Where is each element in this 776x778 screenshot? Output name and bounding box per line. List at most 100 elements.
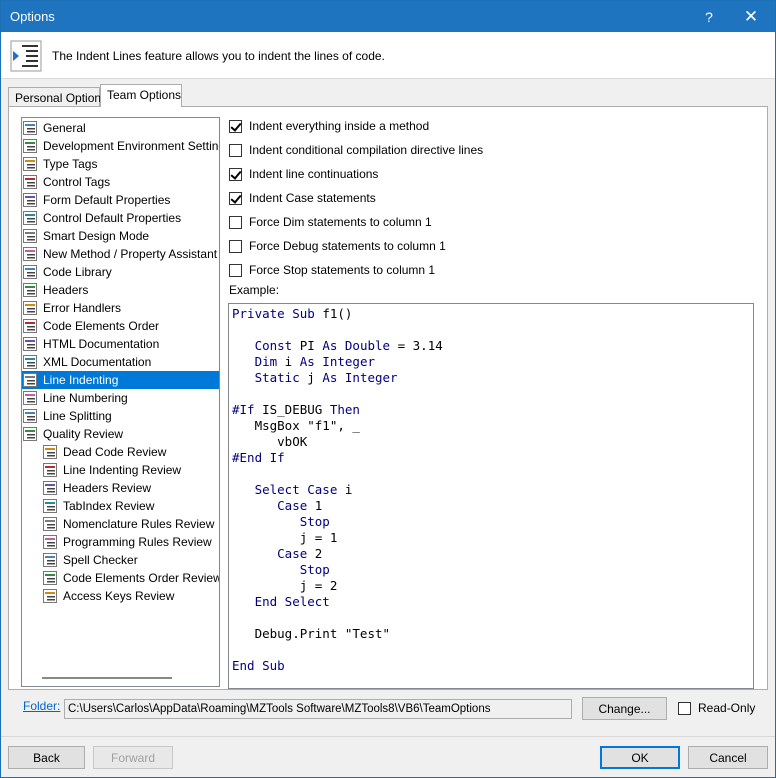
- option-checkbox[interactable]: [229, 143, 242, 157]
- tree-item[interactable]: Code Library: [22, 263, 112, 281]
- code-keyword: Case: [277, 498, 308, 513]
- tree-item[interactable]: Line Indenting: [22, 371, 219, 389]
- control-tags-icon: [23, 175, 37, 189]
- code-keyword: As Integer: [322, 370, 398, 385]
- tree-item[interactable]: Dead Code Review: [42, 443, 166, 461]
- readonly-checkbox-row[interactable]: Read-Only: [678, 701, 755, 715]
- readonly-checkbox[interactable]: [678, 701, 691, 715]
- tree-item[interactable]: Smart Design Mode: [22, 227, 149, 245]
- tab-team-options[interactable]: Team Options: [100, 84, 182, 107]
- tab-personal-options[interactable]: Personal Options: [8, 87, 107, 107]
- scrollbar-thumb[interactable]: [42, 677, 172, 679]
- code-line: j = 2: [232, 578, 338, 594]
- line-indenting-review-icon: [43, 463, 57, 477]
- back-button[interactable]: Back: [8, 746, 85, 769]
- option-row[interactable]: Indent everything inside a method: [229, 118, 429, 134]
- tree-item[interactable]: HTML Documentation: [22, 335, 159, 353]
- close-button[interactable]: ✕: [731, 1, 771, 32]
- tree-item[interactable]: Line Splitting: [22, 407, 112, 425]
- tree-item[interactable]: TabIndex Review: [42, 497, 154, 515]
- tree-item[interactable]: Quality Review: [22, 425, 123, 443]
- folder-link[interactable]: Folder:: [23, 699, 60, 713]
- access-keys-icon: [43, 589, 57, 603]
- code-keyword: As Integer: [299, 354, 375, 369]
- headers-review-icon: [43, 481, 57, 495]
- tree-item-label: Programming Rules Review: [63, 535, 212, 549]
- bottom-separator: [1, 736, 775, 737]
- option-row[interactable]: Indent line continuations: [229, 166, 378, 182]
- option-row[interactable]: Indent Case statements: [229, 190, 376, 206]
- tree-item[interactable]: Control Tags: [22, 173, 110, 191]
- options-dialog: Options ? ✕ The Indent Lines feature all…: [0, 0, 776, 778]
- change-folder-button[interactable]: Change...: [582, 697, 667, 720]
- dev-env-icon: [23, 139, 37, 153]
- tree-item[interactable]: Headers: [22, 281, 88, 299]
- tree-item[interactable]: New Method / Property Assistant: [22, 245, 217, 263]
- option-checkbox[interactable]: [229, 239, 242, 253]
- help-button[interactable]: ?: [689, 1, 729, 32]
- control-default-icon: [23, 211, 37, 225]
- tree-item-label: Dead Code Review: [63, 445, 167, 459]
- line-numbering-icon: [23, 391, 37, 405]
- option-checkbox[interactable]: [229, 191, 242, 205]
- option-checkbox[interactable]: [229, 263, 242, 277]
- tree-item[interactable]: Code Elements Order: [22, 317, 159, 335]
- option-row[interactable]: Force Stop statements to column 1: [229, 262, 435, 278]
- tree-item[interactable]: General: [22, 119, 86, 137]
- tree-item[interactable]: Development Environment Settings R: [22, 137, 219, 155]
- tree-item-label: Line Indenting: [43, 373, 119, 387]
- tree-item[interactable]: Error Handlers: [22, 299, 121, 317]
- code-text: PI: [292, 338, 323, 353]
- code-line: vbOK: [232, 434, 307, 450]
- tree-item[interactable]: Line Indenting Review: [42, 461, 181, 479]
- tree-item[interactable]: Nomenclature Rules Review: [42, 515, 214, 533]
- tree-item[interactable]: Access Keys Review: [42, 587, 174, 605]
- tree-item-label: Line Splitting: [43, 409, 112, 423]
- option-label: Indent everything inside a method: [249, 119, 430, 133]
- tree-item[interactable]: Form Default Properties: [22, 191, 170, 209]
- tree-item-label: Smart Design Mode: [43, 229, 150, 243]
- tree-item[interactable]: Type Tags: [22, 155, 97, 173]
- tree-item[interactable]: Line Numbering: [22, 389, 128, 407]
- tree-item-label: New Method / Property Assistant: [43, 247, 218, 261]
- tree-item-label: Quality Review: [43, 427, 124, 441]
- option-checkbox[interactable]: [229, 215, 242, 229]
- tree-horizontal-scrollbar[interactable]: [22, 669, 219, 686]
- title-bar[interactable]: Options ? ✕: [1, 1, 775, 32]
- options-tree[interactable]: General Development Environment Settings …: [21, 117, 220, 687]
- option-row[interactable]: Force Debug statements to column 1: [229, 238, 446, 254]
- forward-button[interactable]: Forward: [93, 746, 173, 769]
- option-checkbox[interactable]: [229, 167, 242, 181]
- tree-item-label: Line Indenting Review: [63, 463, 182, 477]
- option-row[interactable]: Force Dim statements to column 1: [229, 214, 432, 230]
- option-label: Force Stop statements to column 1: [249, 263, 436, 277]
- folder-path-field[interactable]: C:\Users\Carlos\AppData\Roaming\MZTools …: [64, 699, 572, 719]
- cancel-button[interactable]: Cancel: [688, 746, 768, 769]
- tree-item[interactable]: Programming Rules Review: [42, 533, 212, 551]
- code-keyword: Const: [254, 338, 293, 353]
- code-line: Stop: [232, 562, 330, 578]
- tree-item-label: XML Documentation: [43, 355, 152, 369]
- tree-item[interactable]: Headers Review: [42, 479, 151, 497]
- ok-button[interactable]: OK: [600, 746, 680, 769]
- option-row[interactable]: Indent conditional compilation directive…: [229, 142, 483, 158]
- option-checkbox[interactable]: [229, 119, 242, 133]
- tree-item-label: Form Default Properties: [43, 193, 171, 207]
- code-line: End Sub: [232, 658, 285, 674]
- example-label: Example:: [229, 283, 280, 297]
- code-keyword: #If: [232, 402, 255, 417]
- tree-item[interactable]: XML Documentation: [22, 353, 151, 371]
- tree-item-label: General: [43, 121, 86, 135]
- tree-item[interactable]: Spell Checker: [42, 551, 138, 569]
- feature-header: The Indent Lines feature allows you to i…: [1, 32, 775, 79]
- code-keyword: Select Case: [254, 482, 338, 497]
- tree-item[interactable]: Control Default Properties: [22, 209, 181, 227]
- code-elements-order-review-icon: [43, 571, 57, 585]
- tree-item[interactable]: Code Elements Order Review: [42, 569, 219, 587]
- code-example: Private Sub f1() Const PI As Double = 3.…: [228, 303, 754, 689]
- window-title: Options: [10, 9, 55, 24]
